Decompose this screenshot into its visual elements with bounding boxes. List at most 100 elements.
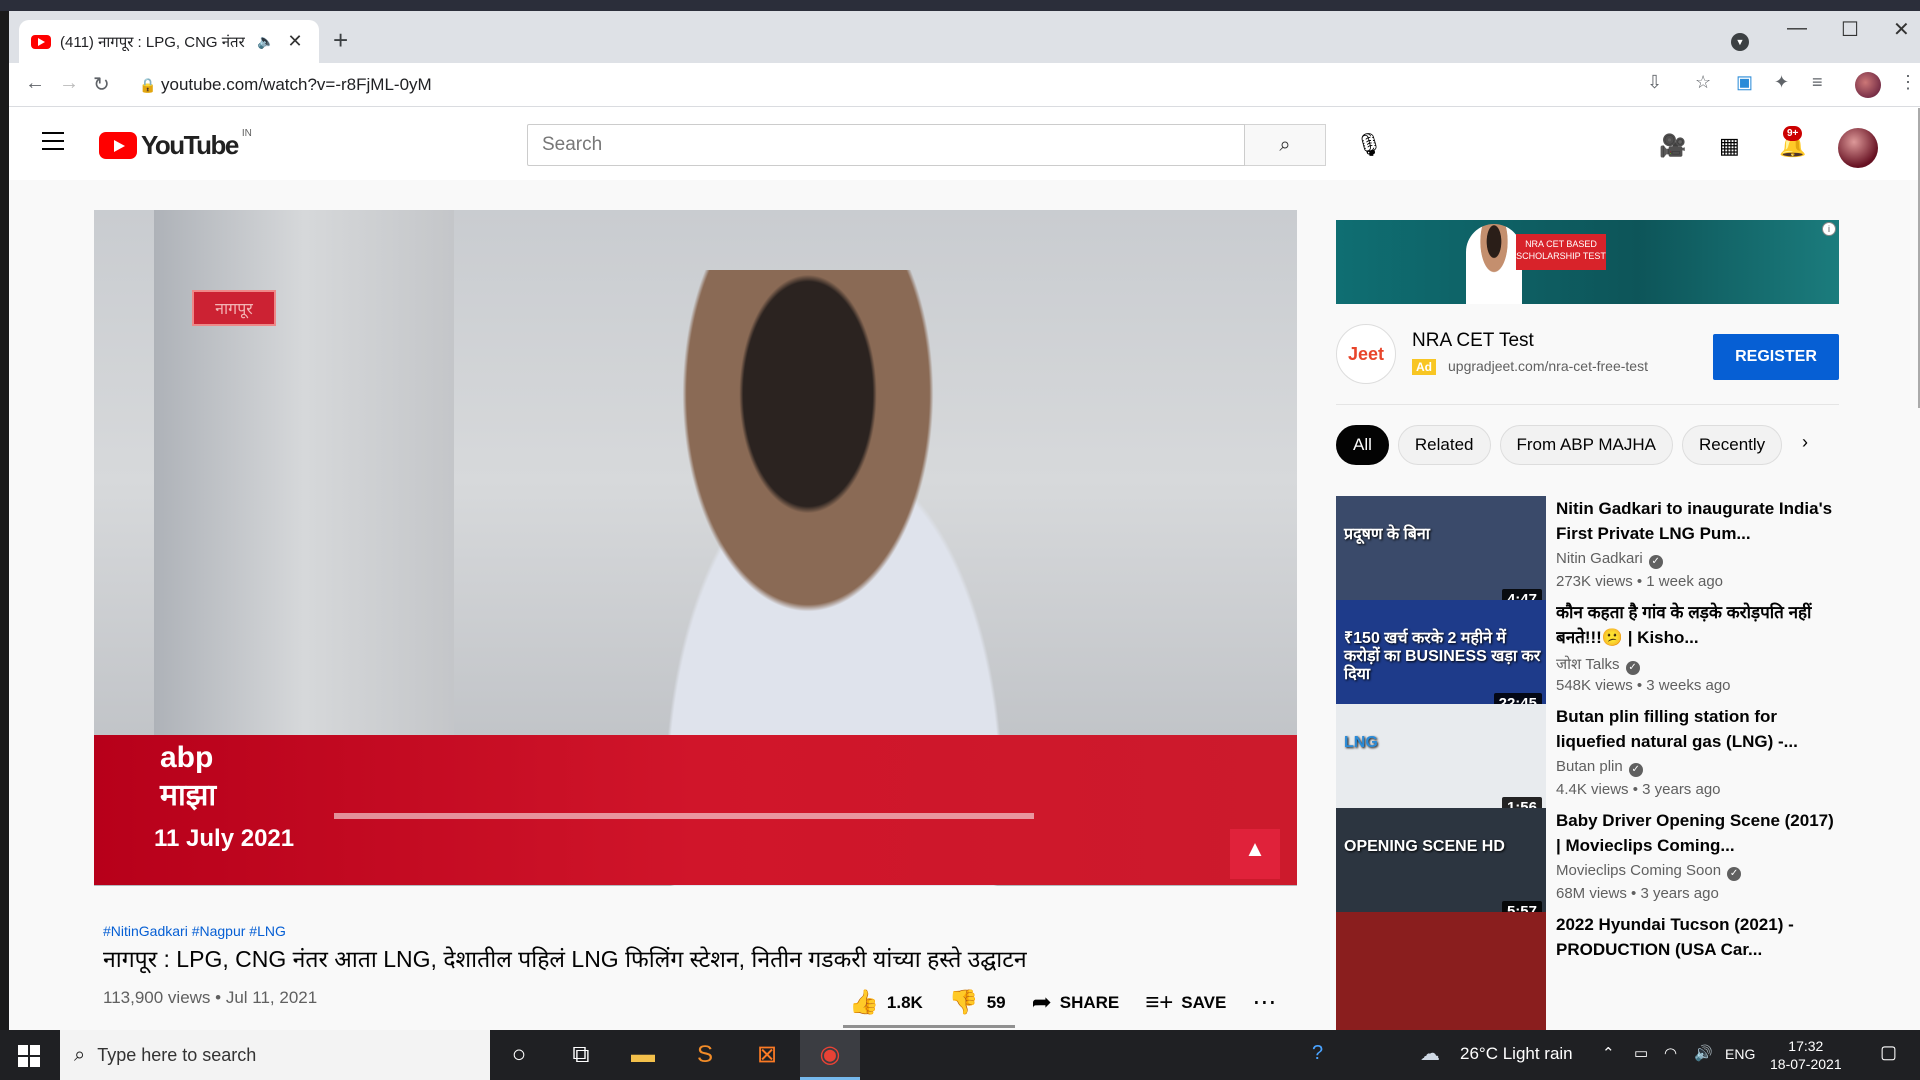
channel-name[interactable]: Movieclips Coming Soon ✓ bbox=[1556, 862, 1742, 881]
verified-check-icon: ✓ bbox=[1625, 661, 1640, 675]
wifi-icon[interactable]: ◠ bbox=[1664, 1044, 1677, 1062]
register-button[interactable]: REGISTER bbox=[1713, 334, 1839, 380]
video-meta: 4.4K views • 3 years ago bbox=[1556, 781, 1721, 798]
advertiser-logo[interactable]: Jeet bbox=[1336, 324, 1396, 384]
tab-search-icon[interactable]: ▼ bbox=[1731, 33, 1749, 51]
weather-cloud-icon[interactable]: ☁ bbox=[1420, 1041, 1440, 1066]
account-avatar[interactable] bbox=[1838, 128, 1878, 168]
recommendation-title[interactable]: Nitin Gadkari to inaugurate India's Firs… bbox=[1556, 496, 1839, 546]
more-actions-button[interactable]: ⋯ bbox=[1252, 988, 1276, 1017]
minimize-icon[interactable]: — bbox=[1787, 17, 1807, 40]
forward-arrow-icon[interactable]: → bbox=[59, 72, 79, 95]
windows-start-icon[interactable] bbox=[18, 1045, 40, 1067]
close-tab-icon[interactable]: ✕ bbox=[287, 31, 302, 52]
search-input[interactable] bbox=[528, 125, 1244, 165]
address-bar[interactable]: 🔒 youtube.com/watch?v=-r8FjML-0yM bbox=[139, 69, 1641, 101]
channel-name-text: Movieclips Coming Soon bbox=[1556, 862, 1722, 879]
chip[interactable]: All bbox=[1336, 425, 1389, 465]
video-thumbnail[interactable]: ₹150 खर्च करके 2 महीने में करोड़ों का BU… bbox=[1336, 600, 1546, 718]
video-player[interactable]: नागपूर abp माझा 11 July 2021 ▲ bbox=[94, 210, 1297, 886]
ad-info-icon[interactable]: i bbox=[1822, 222, 1836, 236]
notifications-center-icon[interactable]: ▢ bbox=[1880, 1042, 1897, 1063]
file-explorer-icon[interactable]: ▬ bbox=[628, 1040, 658, 1070]
recommendation-item[interactable]: OPENING SCENE HD5:57Baby Driver Opening … bbox=[1336, 808, 1839, 926]
recommendation-title[interactable]: Butan plin filling station for liquefied… bbox=[1556, 704, 1839, 754]
help-icon[interactable]: ? bbox=[1312, 1042, 1323, 1065]
taskbar-search[interactable]: ⌕ Type here to search bbox=[60, 1030, 490, 1080]
maximize-icon[interactable]: ☐ bbox=[1841, 17, 1859, 42]
verified-check-icon: ✓ bbox=[1727, 867, 1742, 881]
thumbnail-text: प्रदूषण के बिना bbox=[1344, 526, 1430, 543]
video-thumbnail[interactable] bbox=[1336, 912, 1546, 1030]
chip[interactable]: Recently bbox=[1682, 425, 1783, 465]
install-app-icon[interactable]: ⇩ bbox=[1647, 72, 1662, 93]
profile-avatar[interactable] bbox=[1855, 72, 1881, 98]
volume-icon[interactable]: 🔊 bbox=[1694, 1044, 1713, 1062]
thumbnail-text: OPENING SCENE HD bbox=[1344, 838, 1505, 855]
save-button[interactable]: ≡+ SAVE bbox=[1145, 989, 1226, 1017]
video-thumbnail[interactable]: LNG1:56 bbox=[1336, 704, 1546, 822]
ad-banner-image[interactable]: NRA CET BASED SCHOLARSHIP TEST bbox=[1336, 220, 1839, 304]
back-arrow-icon[interactable]: ← bbox=[25, 72, 45, 95]
audio-playing-icon[interactable]: 🔈 bbox=[257, 33, 274, 50]
guide-menu-icon[interactable] bbox=[42, 132, 64, 156]
recommendation-title[interactable]: Baby Driver Opening Scene (2017) | Movie… bbox=[1556, 808, 1839, 858]
video-meta: 68M views • 3 years ago bbox=[1556, 885, 1719, 902]
channel-name[interactable]: Nitin Gadkari ✓ bbox=[1556, 550, 1663, 569]
thumbs-up-icon: 👍 bbox=[849, 989, 879, 1016]
channel-name-text: Nitin Gadkari bbox=[1556, 550, 1643, 567]
close-window-icon[interactable]: ✕ bbox=[1893, 17, 1910, 42]
youtube-logo[interactable]: YouTube IN bbox=[99, 128, 252, 161]
system-clock[interactable]: 17:32 18-07-2021 bbox=[1770, 1037, 1842, 1073]
recommendation-item[interactable]: 2022 Hyundai Tucson (2021) - PRODUCTION … bbox=[1336, 912, 1839, 1030]
channel-name[interactable]: Butan plin ✓ bbox=[1556, 758, 1643, 777]
notification-badge: 9+ bbox=[1783, 126, 1803, 141]
media-control-icon[interactable]: ≡ bbox=[1812, 72, 1823, 93]
dislike-button[interactable]: 👎 59 bbox=[949, 988, 1006, 1017]
chrome-menu-icon[interactable]: ⋮ bbox=[1899, 72, 1917, 93]
recommendation-item[interactable]: ₹150 खर्च करके 2 महीने में करोड़ों का BU… bbox=[1336, 600, 1839, 718]
apps-grid-icon[interactable]: ▦ bbox=[1719, 133, 1740, 159]
chip[interactable]: From ABP MAJHA bbox=[1499, 425, 1674, 465]
new-tab-button[interactable]: + bbox=[333, 25, 348, 56]
sublime-text-icon[interactable]: S bbox=[690, 1040, 720, 1070]
chrome-taskbar-button[interactable]: ◉ bbox=[800, 1030, 860, 1080]
like-button[interactable]: 👍 1.8K bbox=[849, 988, 923, 1017]
channel-name[interactable]: जोश Talks ✓ bbox=[1556, 654, 1640, 675]
recommendation-title[interactable]: कौन कहता है गांव के लड़के करोड़पति नहीं … bbox=[1556, 600, 1839, 650]
battery-icon[interactable]: ▭ bbox=[1634, 1044, 1648, 1062]
task-view-icon[interactable]: ⧉ bbox=[566, 1040, 596, 1070]
extensions-puzzle-icon[interactable]: ✦ bbox=[1774, 72, 1789, 93]
video-thumbnail[interactable]: प्रदूषण के बिना4:47 bbox=[1336, 496, 1546, 614]
recommendation-item[interactable]: LNG1:56Butan plin filling station for li… bbox=[1336, 704, 1839, 822]
xampp-icon[interactable]: ⊠ bbox=[752, 1040, 782, 1070]
language-indicator[interactable]: ENG bbox=[1725, 1046, 1755, 1062]
like-ratio-fill bbox=[843, 1025, 1010, 1028]
cortana-icon[interactable]: ○ bbox=[504, 1040, 534, 1070]
active-tab[interactable]: (411) नागपूर : LPG, CNG नंतर आता LNG 🔈 ✕ bbox=[19, 20, 319, 63]
video-location-tag: नागपूर bbox=[192, 290, 276, 326]
ad-title[interactable]: NRA CET Test bbox=[1412, 330, 1534, 352]
extension-translate-icon[interactable]: ▣ bbox=[1736, 72, 1753, 93]
ad-banner-person bbox=[1466, 224, 1522, 304]
bookmark-star-icon[interactable]: ☆ bbox=[1695, 72, 1711, 93]
country-code: IN bbox=[241, 128, 252, 139]
chevron-right-icon[interactable]: › bbox=[1802, 432, 1808, 453]
chip[interactable]: Related bbox=[1397, 425, 1491, 465]
voice-search-mic-icon[interactable]: 🎙 bbox=[1355, 132, 1383, 158]
weather-text[interactable]: 26°C Light rain bbox=[1460, 1044, 1573, 1064]
video-thumbnail[interactable]: OPENING SCENE HD5:57 bbox=[1336, 808, 1546, 926]
search-button[interactable]: ⌕ bbox=[1245, 124, 1326, 166]
recommendation-item[interactable]: प्रदूषण के बिना4:47Nitin Gadkari to inau… bbox=[1336, 496, 1839, 614]
create-video-icon[interactable]: 🎥 bbox=[1659, 133, 1686, 159]
ad-badge: Ad bbox=[1412, 359, 1436, 375]
video-hashtags[interactable]: #NitinGadkari #Nagpur #LNG bbox=[103, 923, 286, 939]
reload-icon[interactable]: ↻ bbox=[93, 72, 110, 97]
ad-card: Jeet NRA CET Test Ad upgradjeet.com/nra-… bbox=[1336, 324, 1839, 388]
recommendation-title[interactable]: 2022 Hyundai Tucson (2021) - PRODUCTION … bbox=[1556, 912, 1839, 962]
tray-chevron-up-icon[interactable]: ⌃ bbox=[1602, 1044, 1615, 1062]
youtube-favicon-icon bbox=[31, 34, 51, 49]
share-button[interactable]: ➦ SHARE bbox=[1032, 988, 1120, 1017]
divider bbox=[1336, 404, 1839, 405]
lock-icon: 🔒 bbox=[139, 77, 157, 93]
